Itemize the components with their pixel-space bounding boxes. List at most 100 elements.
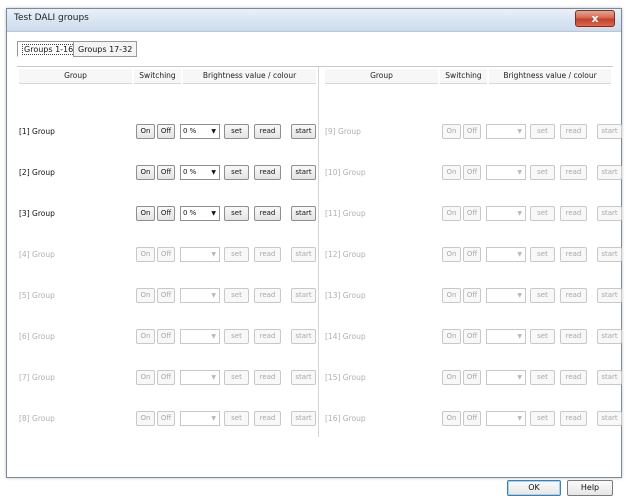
on-button[interactable]: On [136, 288, 155, 303]
start-button[interactable]: start [597, 165, 622, 180]
on-button[interactable]: On [136, 165, 155, 180]
start-button[interactable]: start [597, 247, 622, 262]
off-button[interactable]: Off [463, 288, 481, 303]
off-button[interactable]: Off [157, 288, 175, 303]
set-button[interactable]: set [530, 288, 555, 303]
set-button[interactable]: set [530, 206, 555, 221]
brightness-select[interactable]: ▼ [486, 206, 526, 221]
brightness-select[interactable]: ▼ [486, 411, 526, 426]
set-button[interactable]: set [224, 206, 249, 221]
start-button[interactable]: start [291, 165, 316, 180]
brightness-select[interactable]: ▼ [486, 370, 526, 385]
on-button[interactable]: On [442, 288, 461, 303]
close-button[interactable]: x [575, 10, 615, 27]
brightness-select[interactable]: ▼ [486, 165, 526, 180]
on-button[interactable]: On [136, 329, 155, 344]
off-button[interactable]: Off [463, 411, 481, 426]
set-button[interactable]: set [224, 247, 249, 262]
off-button[interactable]: Off [157, 370, 175, 385]
read-button[interactable]: read [254, 206, 281, 221]
read-button[interactable]: read [254, 411, 281, 426]
start-button[interactable]: start [597, 206, 622, 221]
tab-groups-1-16[interactable]: Groups 1-16 [17, 41, 81, 57]
off-button[interactable]: Off [463, 206, 481, 221]
off-button[interactable]: Off [463, 124, 481, 139]
off-button[interactable]: Off [463, 370, 481, 385]
on-button[interactable]: On [442, 411, 461, 426]
start-button[interactable]: start [597, 411, 622, 426]
start-button[interactable]: start [291, 370, 316, 385]
start-button[interactable]: start [597, 124, 622, 139]
on-button[interactable]: On [136, 247, 155, 262]
off-button[interactable]: Off [157, 206, 175, 221]
start-button[interactable]: start [597, 370, 622, 385]
brightness-select[interactable]: ▼ [486, 247, 526, 262]
off-button[interactable]: Off [157, 124, 175, 139]
off-button[interactable]: Off [463, 329, 481, 344]
read-button[interactable]: read [560, 165, 587, 180]
read-button[interactable]: read [560, 124, 587, 139]
start-button[interactable]: start [291, 124, 316, 139]
set-button[interactable]: set [224, 288, 249, 303]
off-button[interactable]: Off [157, 165, 175, 180]
on-button[interactable]: On [136, 411, 155, 426]
off-button[interactable]: Off [157, 329, 175, 344]
start-button[interactable]: start [597, 288, 622, 303]
help-button[interactable]: Help [567, 480, 613, 496]
off-button[interactable]: Off [157, 247, 175, 262]
start-button[interactable]: start [291, 247, 316, 262]
read-button[interactable]: read [560, 288, 587, 303]
on-button[interactable]: On [136, 124, 155, 139]
on-button[interactable]: On [136, 206, 155, 221]
start-button[interactable]: start [291, 411, 316, 426]
set-button[interactable]: set [224, 370, 249, 385]
brightness-select[interactable]: ▼ [180, 247, 220, 262]
on-button[interactable]: On [442, 370, 461, 385]
read-button[interactable]: read [560, 247, 587, 262]
off-button[interactable]: Off [157, 411, 175, 426]
on-button[interactable]: On [136, 370, 155, 385]
on-button[interactable]: On [442, 247, 461, 262]
set-button[interactable]: set [530, 124, 555, 139]
on-button[interactable]: On [442, 206, 461, 221]
read-button[interactable]: read [254, 329, 281, 344]
set-button[interactable]: set [224, 124, 249, 139]
set-button[interactable]: set [530, 329, 555, 344]
read-button[interactable]: read [254, 124, 281, 139]
start-button[interactable]: start [291, 329, 316, 344]
off-button[interactable]: Off [463, 165, 481, 180]
read-button[interactable]: read [254, 370, 281, 385]
set-button[interactable]: set [224, 165, 249, 180]
read-button[interactable]: read [254, 288, 281, 303]
brightness-select[interactable]: ▼ [486, 124, 526, 139]
set-button[interactable]: set [530, 165, 555, 180]
off-button[interactable]: Off [463, 247, 481, 262]
on-button[interactable]: On [442, 165, 461, 180]
set-button[interactable]: set [224, 411, 249, 426]
set-button[interactable]: set [224, 329, 249, 344]
brightness-select[interactable]: ▼ [180, 329, 220, 344]
read-button[interactable]: read [560, 206, 587, 221]
read-button[interactable]: read [254, 165, 281, 180]
title-bar[interactable]: Test DALI groups x [7, 9, 621, 32]
tab-groups-17-32[interactable]: Groups 17-32 [73, 41, 138, 57]
on-button[interactable]: On [442, 124, 461, 139]
set-button[interactable]: set [530, 411, 555, 426]
start-button[interactable]: start [291, 206, 316, 221]
brightness-select[interactable]: ▼ [180, 411, 220, 426]
brightness-select[interactable]: 0 % ▼ [180, 206, 220, 221]
read-button[interactable]: read [254, 247, 281, 262]
brightness-select[interactable]: ▼ [486, 288, 526, 303]
on-button[interactable]: On [442, 329, 461, 344]
brightness-select[interactable]: ▼ [180, 288, 220, 303]
start-button[interactable]: start [291, 288, 316, 303]
set-button[interactable]: set [530, 247, 555, 262]
brightness-select[interactable]: ▼ [486, 329, 526, 344]
read-button[interactable]: read [560, 370, 587, 385]
ok-button[interactable]: OK [507, 480, 561, 496]
start-button[interactable]: start [597, 329, 622, 344]
read-button[interactable]: read [560, 411, 587, 426]
brightness-select[interactable]: 0 % ▼ [180, 124, 220, 139]
read-button[interactable]: read [560, 329, 587, 344]
brightness-select[interactable]: ▼ [180, 370, 220, 385]
